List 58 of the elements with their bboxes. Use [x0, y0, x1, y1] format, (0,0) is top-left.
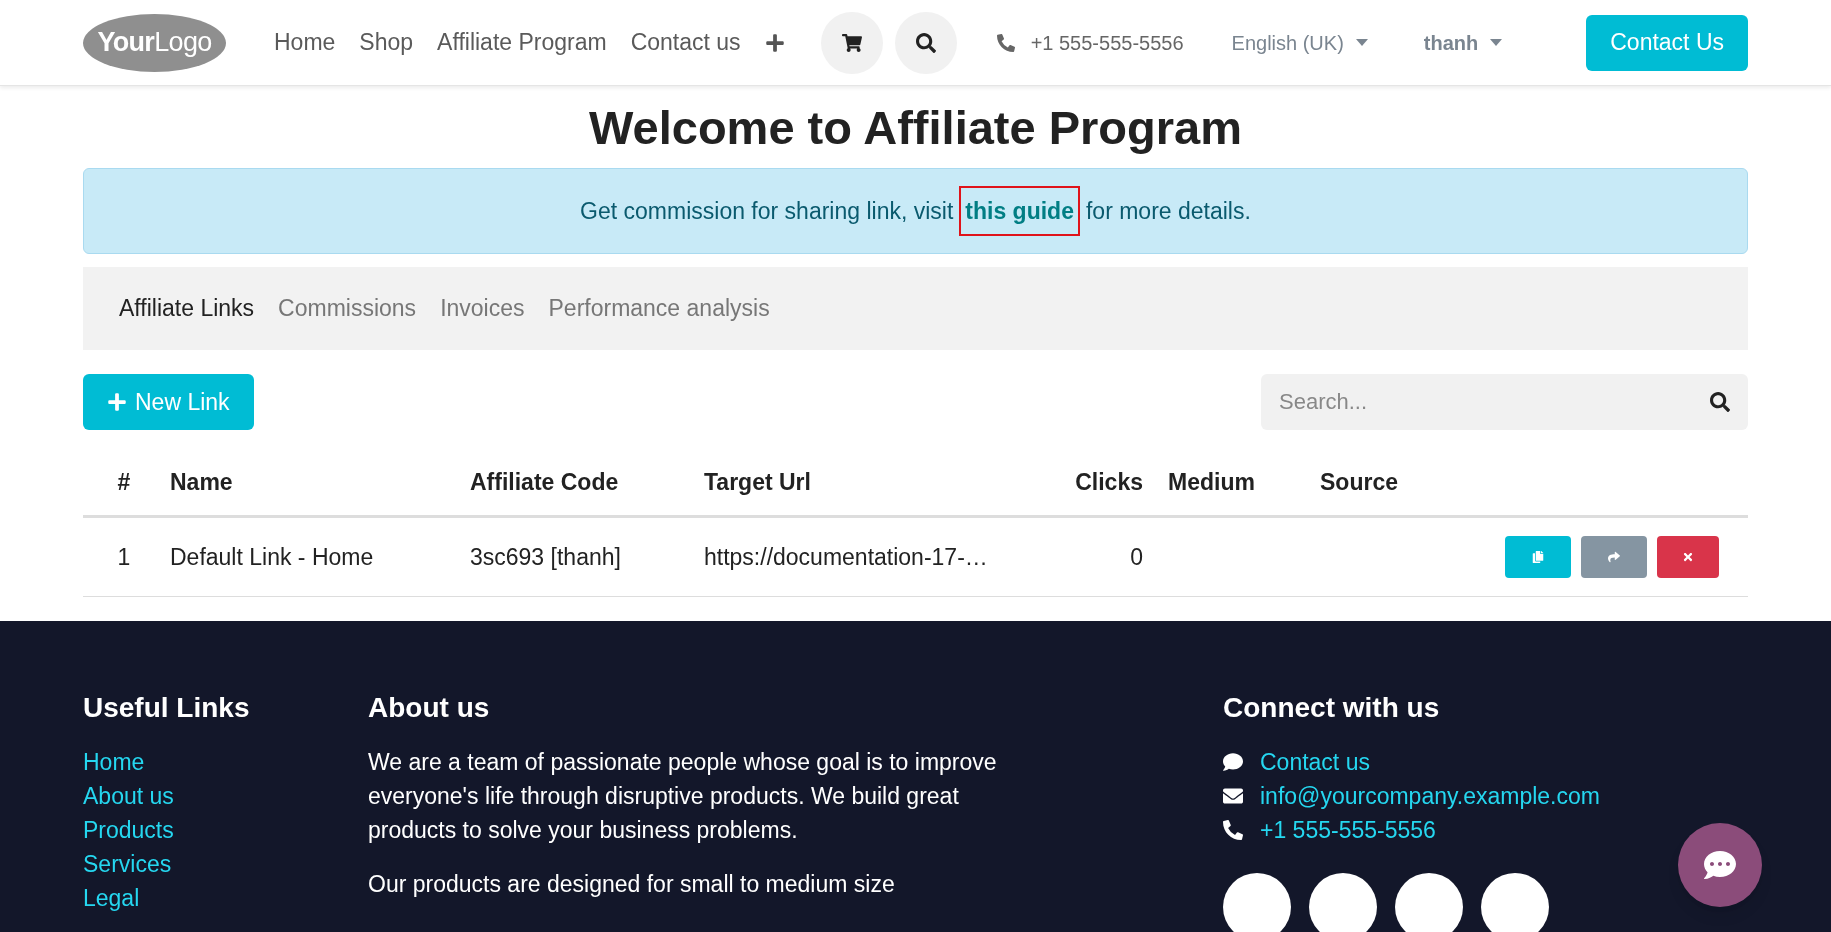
- social-button[interactable]: [1223, 873, 1291, 932]
- plus-icon: [107, 392, 127, 412]
- social-button[interactable]: [1309, 873, 1377, 932]
- banner-text: for more details.: [1085, 196, 1251, 226]
- nav-link[interactable]: Home: [274, 25, 336, 60]
- footer-heading: About us: [368, 691, 491, 725]
- footer-link[interactable]: About us: [83, 779, 368, 813]
- table-cell: 1: [117, 543, 131, 570]
- footer-link[interactable]: Legal: [83, 881, 368, 915]
- column-header: Target Url: [704, 469, 811, 496]
- language-dropdown[interactable]: English (UK): [1231, 27, 1368, 58]
- phone-icon: [1223, 820, 1243, 840]
- column-header: #: [117, 469, 131, 496]
- footer-link[interactable]: Products: [83, 813, 368, 847]
- column-header: Clicks: [1075, 469, 1143, 496]
- tab[interactable]: Performance analysis: [548, 291, 770, 326]
- column-header: Name: [170, 469, 233, 496]
- phone-icon: [996, 33, 1015, 52]
- social-button[interactable]: [1481, 873, 1549, 932]
- contact-link[interactable]: Contact us: [1260, 745, 1370, 779]
- phone-number: +1 555-555-5556: [1030, 30, 1184, 56]
- social-button[interactable]: [1395, 873, 1463, 932]
- footer-heading: Connect with us: [1223, 691, 1441, 725]
- search-icon: [915, 32, 936, 53]
- about-paragraph: We are a team of passionate people whose goal is to improve everyone's life through disruptive products. We build great products to solve your business problems.: [368, 748, 998, 845]
- share-icon: [1608, 551, 1620, 563]
- tab[interactable]: Affiliate Links: [119, 291, 255, 326]
- tab[interactable]: Invoices: [440, 291, 525, 326]
- tab[interactable]: Commissions: [278, 291, 417, 326]
- table-cell: Default Link - Home: [170, 543, 374, 570]
- search-icon[interactable]: [1710, 392, 1730, 412]
- user-dropdown[interactable]: thanh: [1423, 27, 1503, 58]
- contact-link[interactable]: info@yourcompany.example.com: [1260, 779, 1600, 813]
- guide-link[interactable]: this guide: [959, 185, 1080, 237]
- table-cell: 3sc693 [thanh]: [470, 543, 621, 570]
- plus-icon[interactable]: [764, 32, 785, 53]
- copy-icon: [1532, 551, 1544, 563]
- contact-link[interactable]: +1 555-555-5556: [1260, 813, 1436, 847]
- footer-link[interactable]: Home: [83, 745, 368, 779]
- search-field[interactable]: Search...: [1261, 374, 1748, 430]
- footer-link[interactable]: Services: [83, 847, 368, 881]
- banner-text: Get commission for sharing link, visit: [580, 196, 954, 226]
- column-header: Medium: [1168, 469, 1255, 496]
- about-paragraph: Our products are designed for small to medium size: [368, 870, 896, 899]
- close-icon: [1682, 551, 1694, 563]
- nav-link[interactable]: Shop: [359, 25, 414, 60]
- column-header: Affiliate Code: [470, 469, 619, 496]
- chat-icon: [1704, 849, 1736, 881]
- mail-icon: [1223, 786, 1243, 806]
- cart-icon: [841, 32, 862, 53]
- column-header: Source: [1320, 469, 1398, 496]
- footer-heading: Useful Links: [83, 691, 251, 725]
- chat-icon: [1223, 752, 1243, 772]
- nav-link[interactable]: Affiliate Program: [437, 25, 607, 60]
- table-cell: 0: [1130, 543, 1143, 570]
- nav-link[interactable]: Contact us: [630, 25, 741, 60]
- table-cell: https://documentation-17-…: [704, 543, 988, 570]
- page-title: Welcome to Affiliate Program: [588, 100, 1243, 156]
